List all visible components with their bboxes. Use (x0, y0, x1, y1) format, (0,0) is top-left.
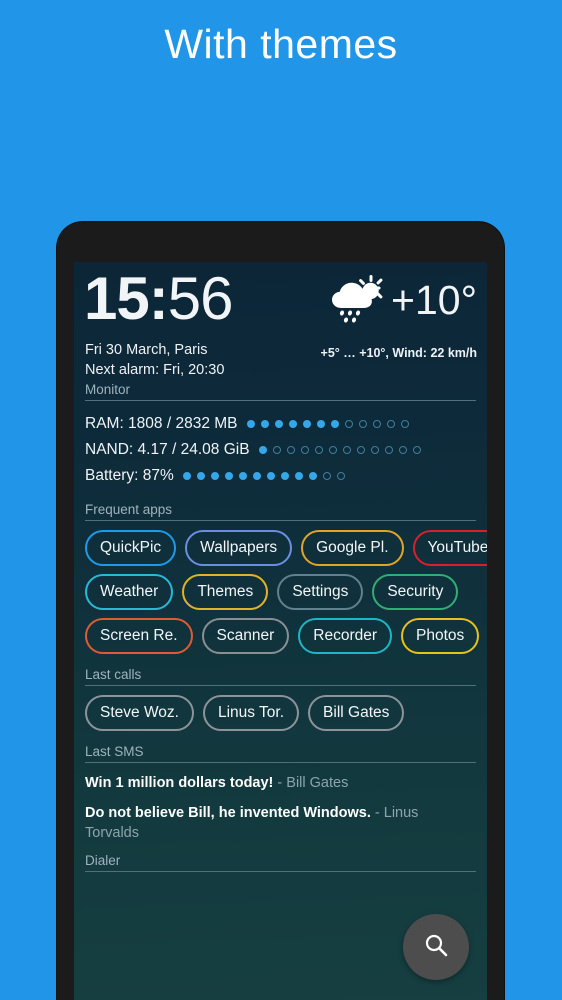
frequent-apps-chips: QuickPic Wallpapers Google Pl. YouTube Weath… (74, 521, 487, 654)
contact-chip[interactable]: Steve Woz. (85, 695, 194, 731)
app-chip[interactable]: Wallpapers (185, 530, 293, 566)
last-sms-list: Win 1 million dollars today! - Bill Gate… (74, 763, 487, 843)
section-header-last-sms: Last SMS (85, 744, 476, 763)
chip-row: Screen Re. Scanner Recorder Photos (85, 618, 480, 654)
gauge-dot-empty (412, 446, 421, 454)
gauge-dot-filled (210, 472, 219, 480)
monitor-row-label: NAND: 4.17 / 24.08 GiB (85, 441, 250, 458)
gauge-dot-filled (266, 472, 275, 480)
gauge-dot-filled (302, 420, 311, 428)
gauge-dot-filled (182, 472, 191, 480)
app-chip[interactable]: YouTube (412, 530, 487, 566)
app-chip[interactable]: Google Pl. (301, 530, 404, 566)
search-icon (423, 932, 449, 963)
gauge-dot-empty (272, 446, 281, 454)
gauge-dot-filled (294, 472, 303, 480)
monitor-gauge (246, 420, 409, 428)
app-chip[interactable]: QuickPic (85, 530, 177, 566)
gauge-dot-filled (288, 420, 297, 428)
app-chip[interactable]: Screen Re. (85, 618, 193, 654)
app-chip[interactable]: Scanner (201, 618, 290, 654)
monitor-row-label: Battery: 87% (85, 467, 174, 484)
gauge-dot-filled (274, 420, 283, 428)
weather-widget[interactable]: +10° (327, 274, 477, 326)
next-alarm-label: Next alarm: Fri, 20:30 (85, 362, 225, 378)
search-fab-button[interactable] (403, 914, 469, 980)
gauge-dot-empty (358, 420, 367, 428)
monitor-row[interactable]: Battery: 87% (85, 463, 476, 489)
gauge-dot-empty (398, 446, 407, 454)
clock-hours: 15 (84, 265, 150, 332)
monitor-gauge (258, 446, 421, 454)
weather-temperature: +10° (391, 277, 477, 323)
gauge-dot-empty (342, 446, 351, 454)
app-chip[interactable]: Settings (277, 574, 364, 610)
weather-details: +5° … +10°, Wind: 22 km/h (320, 346, 477, 360)
contact-chip[interactable]: Bill Gates (308, 695, 405, 731)
gauge-dot-filled (252, 472, 261, 480)
gauge-dot-filled (316, 420, 325, 428)
gauge-dot-empty (384, 446, 393, 454)
gauge-dot-empty (400, 420, 409, 428)
section-header-dialer: Dialer (85, 853, 476, 872)
app-chip[interactable]: Recorder (298, 618, 393, 654)
section-header-last-calls: Last calls (85, 667, 476, 686)
monitor-gauge (182, 472, 345, 480)
clock-colon: : (148, 265, 169, 332)
gauge-dot-filled (224, 472, 233, 480)
gauge-dot-empty (322, 472, 331, 480)
sms-sender: Bill Gates (286, 775, 349, 791)
gauge-dot-empty (372, 420, 381, 428)
clock-display[interactable]: 15:56 (84, 269, 233, 329)
chip-row: QuickPic Wallpapers Google Pl. YouTube (85, 530, 487, 566)
contact-chip[interactable]: Linus Tor. (202, 695, 300, 731)
gauge-dot-filled (246, 420, 255, 428)
sms-item[interactable]: Do not believe Bill, he invented Windows… (85, 803, 476, 843)
gauge-dot-empty (300, 446, 309, 454)
sun-behind-rain-cloud-icon (327, 274, 385, 326)
chip-row: Steve Woz. Linus Tor. Bill Gates (85, 695, 476, 731)
section-header-monitor: Monitor (85, 382, 476, 401)
monitor-row[interactable]: RAM: 1808 / 2832 MB (85, 411, 476, 437)
gauge-dot-empty (386, 420, 395, 428)
clock-weather-header: 15:56 Fri 30 March, Paris Next alarm: Fr… (74, 262, 487, 382)
section-header-frequent-apps: Frequent apps (85, 502, 476, 521)
gauge-dot-empty (344, 420, 353, 428)
gauge-dot-empty (356, 446, 365, 454)
gauge-dot-empty (314, 446, 323, 454)
sms-separator: - (370, 805, 384, 821)
app-chip[interactable]: Themes (182, 574, 269, 610)
clock-minutes: 56 (167, 265, 234, 332)
gauge-dot-empty (370, 446, 379, 454)
gauge-dot-filled (238, 472, 247, 480)
app-chip[interactable]: Photos (401, 618, 480, 654)
monitor-rows: RAM: 1808 / 2832 MB NAND: 4.17 / 24.08 Gi… (74, 401, 487, 489)
gauge-dot-filled (330, 420, 339, 428)
date-location-label: Fri 30 March, Paris (85, 342, 208, 358)
gauge-dot-filled (260, 420, 269, 428)
gauge-dot-empty (336, 472, 345, 480)
gauge-dot-filled (196, 472, 205, 480)
app-chip[interactable]: Security (372, 574, 459, 610)
sms-separator: - (273, 775, 287, 791)
app-chip[interactable]: Weather (85, 574, 174, 610)
gauge-dot-filled (258, 446, 267, 454)
phone-screen: 15:56 Fri 30 March, Paris Next alarm: Fr… (74, 262, 487, 1000)
gauge-dot-empty (328, 446, 337, 454)
phone-mockup: 15:56 Fri 30 March, Paris Next alarm: Fr… (57, 222, 504, 1000)
monitor-row-label: RAM: 1808 / 2832 MB (85, 415, 238, 432)
chip-row: Weather Themes Settings Security (85, 574, 476, 610)
sms-text: Win 1 million dollars today! (85, 775, 274, 791)
sms-text: Do not believe Bill, he invented Windows… (85, 805, 371, 821)
last-calls-chips: Steve Woz. Linus Tor. Bill Gates (74, 686, 487, 731)
gauge-dot-filled (280, 472, 289, 480)
clock-subtext: Fri 30 March, Paris Next alarm: Fri, 20:… (85, 340, 224, 380)
gauge-dot-filled (308, 472, 317, 480)
monitor-row[interactable]: NAND: 4.17 / 24.08 GiB (85, 437, 476, 463)
sms-item[interactable]: Win 1 million dollars today! - Bill Gate… (85, 773, 476, 793)
page-title: With themes (164, 21, 398, 67)
gauge-dot-empty (286, 446, 295, 454)
